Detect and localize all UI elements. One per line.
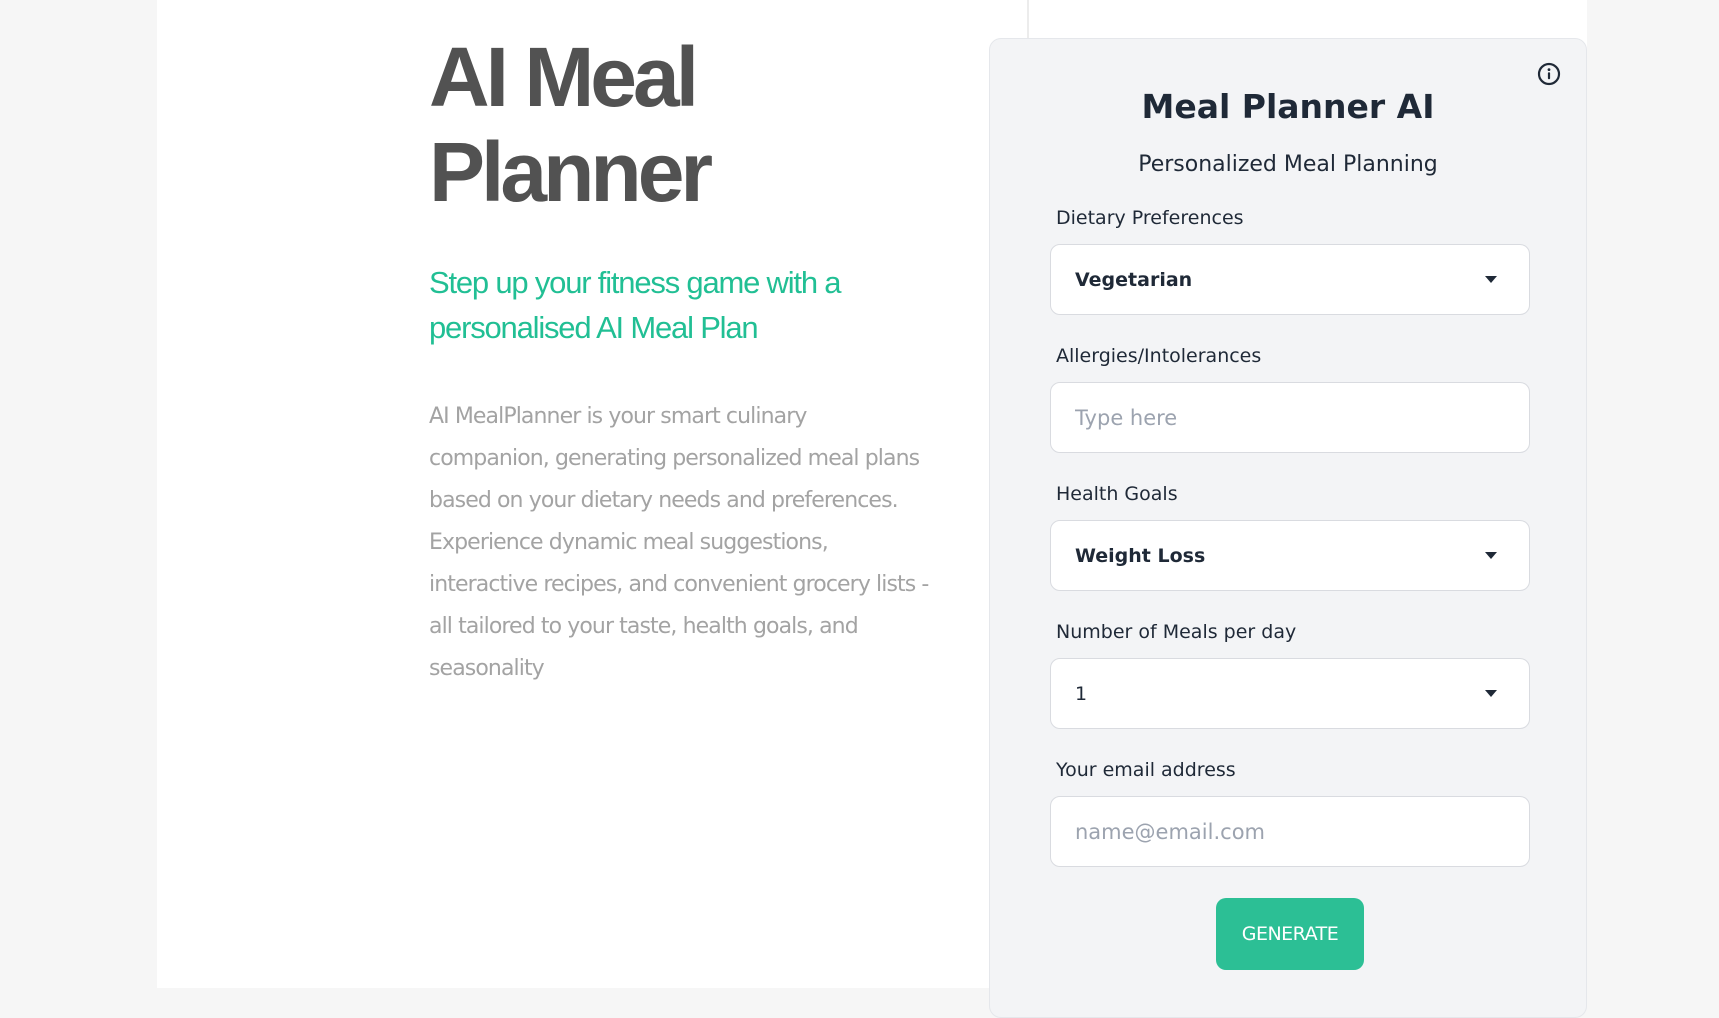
- meals-per-day-value: 1: [1075, 682, 1088, 705]
- allergies-label: Allergies/Intolerances: [1056, 345, 1262, 367]
- card-title: Meal Planner AI: [1141, 87, 1435, 126]
- health-goals-value: Weight Loss: [1075, 544, 1206, 567]
- dietary-preferences-field: Dietary Preferences Vegetarian: [1050, 203, 1530, 341]
- hero-subtitle: Step up your fitness game with a persona…: [429, 265, 842, 345]
- allergies-input-wrapper: [1050, 382, 1530, 453]
- info-icon[interactable]: [1537, 62, 1561, 86]
- chevron-down-icon: [1485, 552, 1497, 559]
- chevron-down-icon: [1485, 276, 1497, 283]
- dietary-preferences-select[interactable]: Vegetarian: [1050, 244, 1530, 315]
- hero-title: AI Meal Planner: [429, 30, 713, 219]
- dietary-preferences-label: Dietary Preferences: [1056, 207, 1244, 229]
- meals-per-day-select[interactable]: 1: [1050, 658, 1530, 729]
- card-subtitle: Personalized Meal Planning: [1138, 152, 1438, 177]
- hero-description: AI MealPlanner is your smart culinary co…: [429, 404, 929, 681]
- generate-button[interactable]: GENERATE: [1216, 898, 1364, 970]
- email-input-wrapper: [1050, 796, 1530, 867]
- health-goals-label: Health Goals: [1056, 483, 1178, 505]
- page-container: AI Meal Planner Step up your fitness gam…: [157, 0, 1587, 1018]
- dietary-preferences-value: Vegetarian: [1075, 268, 1193, 291]
- chevron-down-icon: [1485, 690, 1497, 697]
- allergies-field: Allergies/Intolerances: [1050, 341, 1530, 479]
- meal-plan-form: Dietary Preferences Vegetarian Allergies…: [1050, 203, 1530, 893]
- email-input[interactable]: [1075, 819, 1505, 844]
- health-goals-select[interactable]: Weight Loss: [1050, 520, 1530, 591]
- allergies-input[interactable]: [1075, 405, 1505, 430]
- meals-per-day-label: Number of Meals per day: [1056, 621, 1297, 643]
- health-goals-field: Health Goals Weight Loss: [1050, 479, 1530, 617]
- meal-planner-card: Meal Planner AI Personalized Meal Planni…: [989, 38, 1587, 1018]
- email-label: Your email address: [1056, 759, 1236, 781]
- email-field: Your email address: [1050, 755, 1530, 893]
- hero-section: AI Meal Planner Step up your fitness gam…: [429, 30, 949, 690]
- meals-per-day-field: Number of Meals per day 1: [1050, 617, 1530, 755]
